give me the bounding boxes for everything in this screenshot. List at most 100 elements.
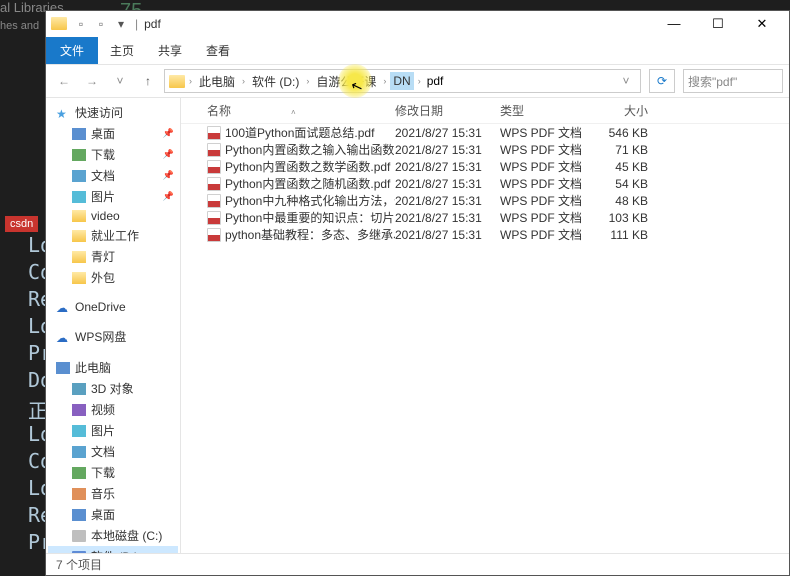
tree-pictures2[interactable]: 图片 — [48, 420, 178, 441]
tree-label: 桌面 — [91, 125, 115, 142]
file-size: 54 KB — [590, 177, 660, 191]
tree-pictures[interactable]: 图片📌 — [48, 186, 178, 207]
minimize-button[interactable]: — — [652, 11, 696, 36]
tree-video[interactable]: video — [48, 207, 178, 225]
tree-cdrive[interactable]: 本地磁盘 (C:) — [48, 525, 178, 546]
refresh-button[interactable]: ⟳ — [649, 69, 675, 93]
tree-desktop2[interactable]: 桌面 — [48, 504, 178, 525]
file-row[interactable]: 100道Python面试题总结.pdf2021/8/27 15:31WPS PD… — [181, 124, 789, 141]
qat-button[interactable]: ▫ — [93, 16, 109, 32]
pc-icon — [56, 362, 70, 374]
file-date: 2021/8/27 15:31 — [395, 177, 500, 191]
breadcrumb-segment[interactable]: 此电脑 — [196, 71, 238, 92]
tree-downloads[interactable]: 下载📌 — [48, 144, 178, 165]
maximize-button[interactable]: ☐ — [696, 11, 740, 36]
tree-work[interactable]: 就业工作 — [48, 225, 178, 246]
chevron-right-icon[interactable]: › — [381, 76, 388, 86]
navigation-tree[interactable]: ★快速访问 桌面📌 下载📌 文档📌 图片📌 video 就业工作 青灯 外包 ☁… — [46, 98, 181, 553]
file-tab[interactable]: 文件 — [46, 37, 98, 64]
folder-icon — [169, 75, 185, 88]
forward-button[interactable]: → — [80, 69, 104, 93]
file-size: 546 KB — [590, 126, 660, 140]
tree-documents2[interactable]: 文档 — [48, 441, 178, 462]
document-icon — [72, 446, 86, 458]
file-date: 2021/8/27 15:31 — [395, 228, 500, 242]
navigation-bar: ← → ˅ ↑ › 此电脑 › 软件 (D:) › 自游公开课 › DN › ↖… — [46, 64, 789, 98]
breadcrumb-segment[interactable]: 软件 (D:) — [249, 71, 302, 92]
col-date[interactable]: 修改日期 — [395, 102, 500, 119]
col-name[interactable]: 名称˄ — [205, 102, 395, 119]
back-button[interactable]: ← — [52, 69, 76, 93]
search-input[interactable]: 搜索"pdf" — [683, 69, 783, 93]
file-row[interactable]: Python内置函数之输入输出函数.pdf2021/8/27 15:31WPS … — [181, 141, 789, 158]
file-explorer-window: ▫ ▫ ▾ | pdf — ☐ ✕ 文件 主页 共享 查看 ← → ˅ ↑ › … — [45, 10, 790, 576]
file-size: 103 KB — [590, 211, 660, 225]
file-type: WPS PDF 文档 — [500, 158, 590, 175]
tree-video2[interactable]: 视频 — [48, 399, 178, 420]
tree-label: 3D 对象 — [91, 380, 134, 397]
tree-label: 音乐 — [91, 485, 115, 502]
address-input[interactable] — [425, 72, 614, 90]
sort-asc-icon: ˄ — [291, 108, 296, 117]
file-type: WPS PDF 文档 — [500, 209, 590, 226]
folder-icon — [72, 230, 86, 242]
tree-downloads2[interactable]: 下载 — [48, 462, 178, 483]
file-row[interactable]: Python中最重要的知识点：切片的操作,...2021/8/27 15:31W… — [181, 209, 789, 226]
tree-wps[interactable]: ☁WPS网盘 — [48, 326, 178, 347]
col-type[interactable]: 类型 — [500, 102, 590, 119]
chevron-right-icon[interactable]: › — [416, 76, 423, 86]
qat-down-icon[interactable]: ▾ — [113, 16, 129, 32]
tree-documents[interactable]: 文档📌 — [48, 165, 178, 186]
file-type: WPS PDF 文档 — [500, 141, 590, 158]
home-tab[interactable]: 主页 — [98, 37, 146, 64]
chevron-right-icon[interactable]: › — [304, 76, 311, 86]
recent-button[interactable]: ˅ — [108, 69, 132, 93]
file-date: 2021/8/27 15:31 — [395, 126, 500, 140]
document-icon — [72, 170, 86, 182]
tree-desktop[interactable]: 桌面 📌 — [48, 123, 178, 144]
close-button[interactable]: ✕ — [740, 11, 784, 36]
address-dropdown[interactable]: ˅ — [616, 74, 636, 88]
tree-label: 视频 — [91, 401, 115, 418]
breadcrumb-segment-highlight[interactable]: DN — [390, 72, 413, 90]
pin-icon: 📌 — [163, 149, 174, 160]
tree-label: 外包 — [91, 269, 115, 286]
file-name: 100道Python面试题总结.pdf — [225, 124, 374, 141]
tree-wb[interactable]: 外包 — [48, 267, 178, 288]
view-tab[interactable]: 查看 — [194, 37, 242, 64]
chevron-right-icon[interactable]: › — [240, 76, 247, 86]
up-button[interactable]: ↑ — [136, 69, 160, 93]
download-icon — [72, 149, 86, 161]
qat-button[interactable]: ▫ — [73, 16, 89, 32]
file-name: Python内置函数之数学函数.pdf — [225, 158, 390, 175]
chevron-right-icon[interactable]: › — [187, 76, 194, 86]
share-tab[interactable]: 共享 — [146, 37, 194, 64]
address-bar[interactable]: › 此电脑 › 软件 (D:) › 自游公开课 › DN › ↖ ˅ — [164, 69, 641, 93]
tree-label: 文档 — [91, 167, 115, 184]
picture-icon — [72, 425, 86, 437]
tree-ddrive[interactable]: 软件 (D:) — [48, 546, 178, 553]
tree-onedrive[interactable]: ☁OneDrive — [48, 298, 178, 316]
file-row[interactable]: python基础教程：多态、多继承、函数...2021/8/27 15:31WP… — [181, 226, 789, 243]
item-count: 7 个项目 — [56, 556, 102, 573]
tree-qd[interactable]: 青灯 — [48, 246, 178, 267]
tree-label: 快速访问 — [75, 104, 123, 121]
tree-quick-access[interactable]: ★快速访问 — [48, 102, 178, 123]
tree-label: video — [91, 209, 120, 223]
file-row[interactable]: Python内置函数之数学函数.pdf2021/8/27 15:31WPS PD… — [181, 158, 789, 175]
file-row[interactable]: Python中九种格式化输出方法，你都知...2021/8/27 15:31WP… — [181, 192, 789, 209]
window-controls: — ☐ ✕ — [652, 11, 784, 36]
music-icon — [72, 488, 86, 500]
download-icon — [72, 467, 86, 479]
tree-music[interactable]: 音乐 — [48, 483, 178, 504]
file-row[interactable]: Python内置函数之随机函数.pdf2021/8/27 15:31WPS PD… — [181, 175, 789, 192]
tree-this-pc[interactable]: 此电脑 — [48, 357, 178, 378]
title-bar[interactable]: ▫ ▫ ▾ | pdf — ☐ ✕ — [46, 11, 789, 36]
col-size[interactable]: 大小 — [590, 102, 660, 119]
pdf-icon — [207, 228, 221, 242]
file-date: 2021/8/27 15:31 — [395, 211, 500, 225]
tree-3d[interactable]: 3D 对象 — [48, 378, 178, 399]
pin-icon: 📌 — [163, 128, 174, 139]
file-size: 71 KB — [590, 143, 660, 157]
file-name: Python中九种格式化输出方法，你都知... — [225, 192, 395, 209]
